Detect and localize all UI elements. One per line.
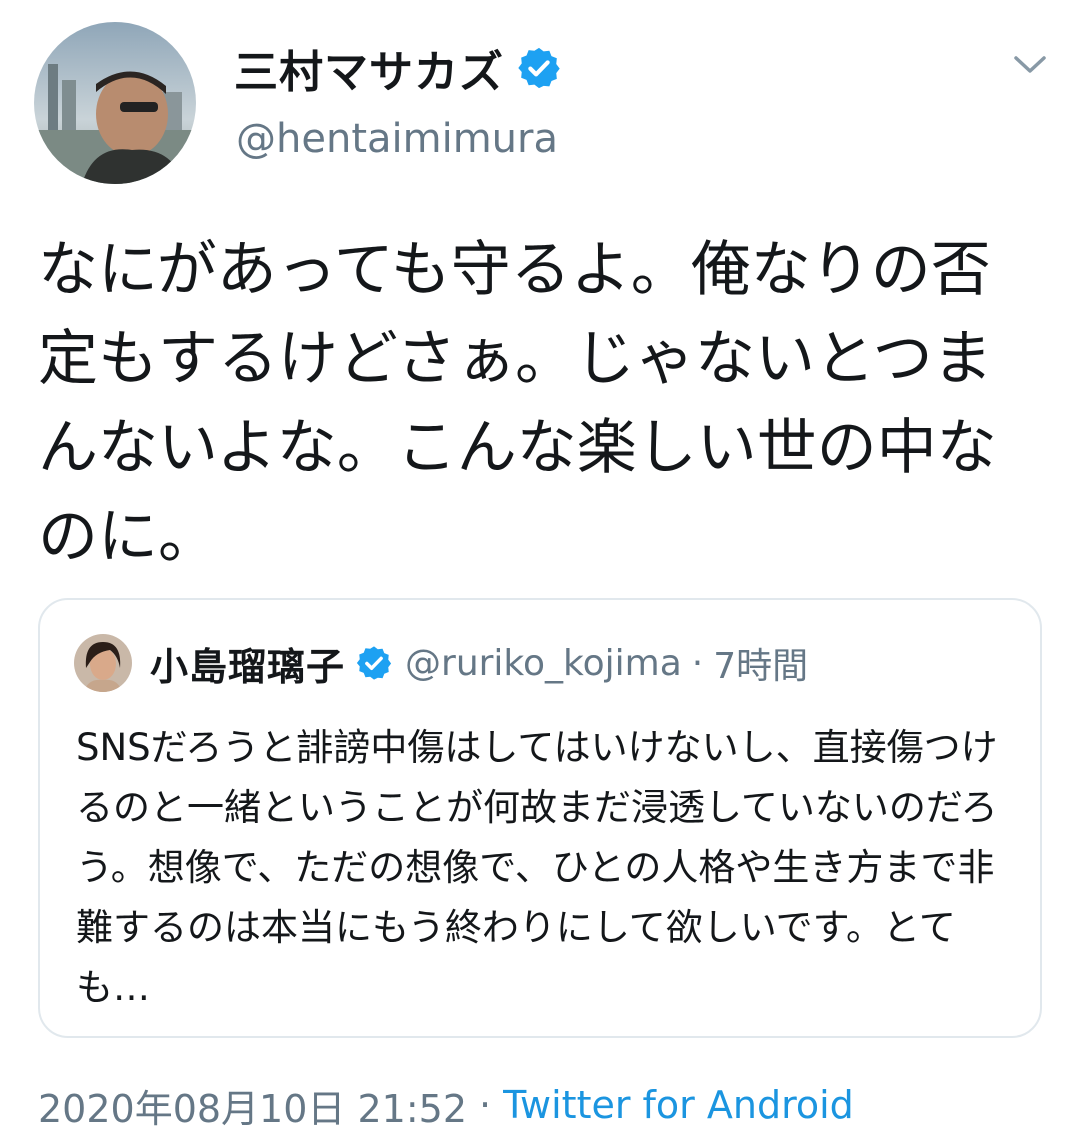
author-name[interactable]: 三村マサカズ <box>234 36 504 100</box>
tweet-source-link[interactable]: Twitter for Android <box>503 1083 854 1127</box>
quoted-author-avatar[interactable] <box>74 634 132 692</box>
tweet-text: なにがあっても守るよ。俺なりの否定もするけどさぁ。じゃないとつまんないよな。こん… <box>38 235 997 572</box>
chevron-down-icon[interactable] <box>1010 48 1050 80</box>
verified-badge-icon <box>355 644 393 682</box>
author-handle[interactable]: @hentaimimura <box>236 116 558 162</box>
quoted-tweet-card[interactable]: 小島瑠璃子 @ruriko_kojima · 7時間 SNSだろうと誹謗中傷はし… <box>38 598 1042 1038</box>
verified-badge-icon <box>516 45 562 91</box>
author-name-row[interactable]: 三村マサカズ <box>234 36 562 100</box>
footer-separator: · <box>479 1083 492 1127</box>
quoted-tweet-time: 7時間 <box>713 646 809 687</box>
quoted-tweet-text: SNSだろうと誹謗中傷はしてはいけないし、直接傷つけるのと一緒ということが何故ま… <box>76 726 998 1009</box>
tweet-footer: 2020年08月10日 21:52 · Twitter for Android <box>38 1078 854 1132</box>
header-separator: · <box>691 642 704 684</box>
quoted-tweet-header: 小島瑠璃子 @ruriko_kojima · 7時間 <box>150 630 808 696</box>
quoted-author-name[interactable]: 小島瑠璃子 <box>150 636 345 691</box>
tweet-timestamp[interactable]: 2020年08月10日 21:52 <box>38 1078 467 1133</box>
quoted-author-handle[interactable]: @ruriko_kojima <box>405 643 682 684</box>
author-avatar[interactable] <box>34 22 196 184</box>
